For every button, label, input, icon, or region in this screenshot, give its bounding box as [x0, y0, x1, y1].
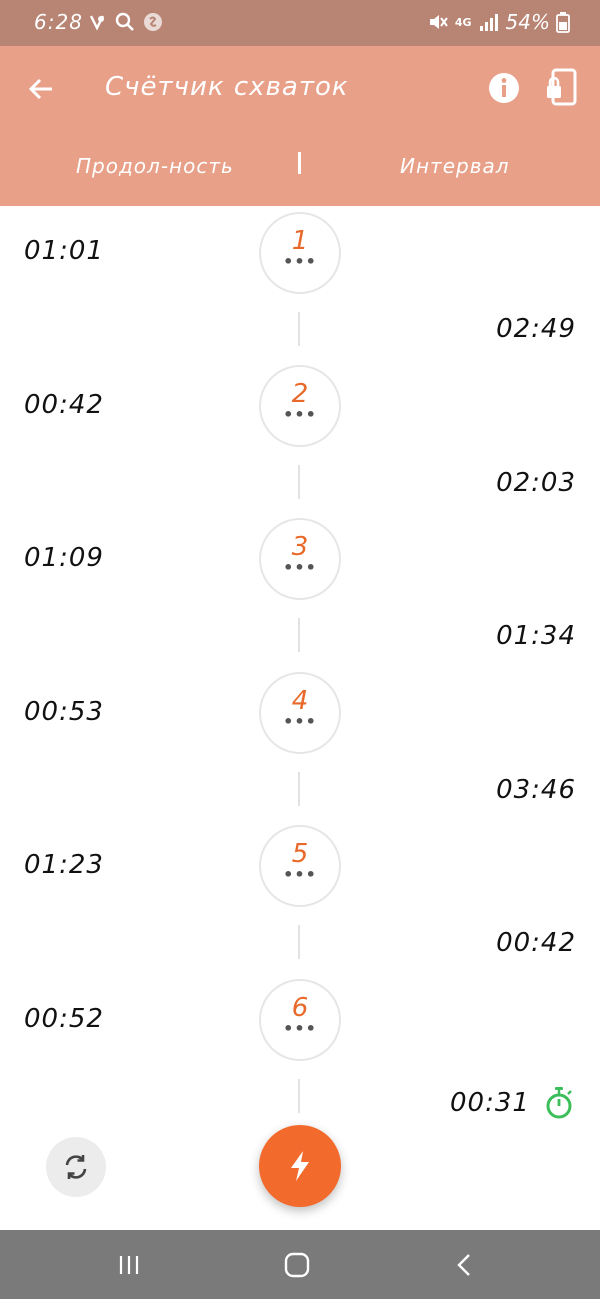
lightning-icon [291, 1151, 309, 1181]
timeline-connector [298, 312, 300, 346]
battery-percent: 54% [505, 10, 550, 34]
contraction-item[interactable]: 5 ••• [259, 825, 341, 907]
contraction-duration: 00:52 [24, 1004, 104, 1034]
more-options-icon[interactable]: ••• [261, 560, 339, 576]
contraction-item[interactable]: 2 ••• [259, 365, 341, 447]
recent-apps-icon [119, 1256, 139, 1274]
more-options-icon[interactable]: ••• [261, 1021, 339, 1037]
timeline-connector [298, 1079, 300, 1113]
mute-icon [429, 15, 448, 29]
screen-lock-icon[interactable] [544, 68, 580, 108]
column-header-interval: Интервал [400, 154, 510, 178]
page-title: Счётчик схваток [105, 72, 349, 102]
network-type: 4G [454, 15, 472, 29]
signal-icon [479, 14, 498, 31]
contraction-duration: 00:53 [24, 697, 104, 727]
more-options-icon[interactable]: ••• [261, 254, 339, 270]
refresh-icon [65, 1155, 87, 1179]
status-bar: 6:28 4G 54% [0, 0, 600, 46]
column-divider [298, 152, 301, 174]
timeline-connector [298, 618, 300, 652]
contraction-interval: 01:34 [496, 621, 576, 651]
info-icon[interactable] [486, 70, 522, 106]
contraction-item[interactable]: 3 ••• [259, 518, 341, 600]
contraction-interval: 02:49 [496, 314, 576, 344]
contraction-duration: 00:42 [24, 390, 104, 420]
status-right: 4G 54% [427, 10, 570, 34]
status-time: 6:28 [34, 10, 83, 34]
contraction-duration: 01:09 [24, 543, 104, 573]
home-icon [284, 1252, 310, 1278]
search-icon [115, 12, 134, 31]
contraction-duration: 01:23 [24, 850, 104, 880]
more-options-icon[interactable]: ••• [261, 867, 339, 883]
notification-app-icon [89, 15, 105, 31]
back-button[interactable] [22, 70, 60, 108]
arrow-left-icon [28, 78, 52, 100]
timeline-connector [298, 465, 300, 499]
contraction-duration: 01:01 [24, 236, 104, 266]
contraction-interval: 03:46 [496, 775, 576, 805]
chevron-left-icon [457, 1254, 470, 1276]
contraction-interval: 02:03 [496, 468, 576, 498]
system-nav-bar [0, 1230, 600, 1299]
column-header-duration: Продол-ность [76, 154, 234, 178]
contraction-item[interactable]: 1 ••• [259, 212, 341, 294]
contraction-item[interactable]: 4 ••• [259, 672, 341, 754]
app-bar: Счётчик схваток Продол-ность Интервал [0, 46, 600, 206]
recent-apps-button[interactable] [111, 1248, 147, 1282]
contraction-item[interactable]: 6 ••• [259, 979, 341, 1061]
timeline-connector [298, 925, 300, 959]
home-button[interactable] [279, 1248, 315, 1282]
stopwatch-icon [546, 1087, 572, 1119]
battery-icon [556, 12, 570, 33]
more-options-icon[interactable]: ••• [261, 407, 339, 423]
more-options-icon[interactable]: ••• [261, 714, 339, 730]
shazam-icon [144, 13, 162, 31]
nav-back-button[interactable] [447, 1248, 483, 1282]
reset-button[interactable] [46, 1137, 106, 1197]
timeline-connector [298, 772, 300, 806]
current-interval: 00:31 [450, 1088, 530, 1118]
start-contraction-button[interactable] [259, 1125, 341, 1207]
contraction-interval: 00:42 [496, 928, 576, 958]
